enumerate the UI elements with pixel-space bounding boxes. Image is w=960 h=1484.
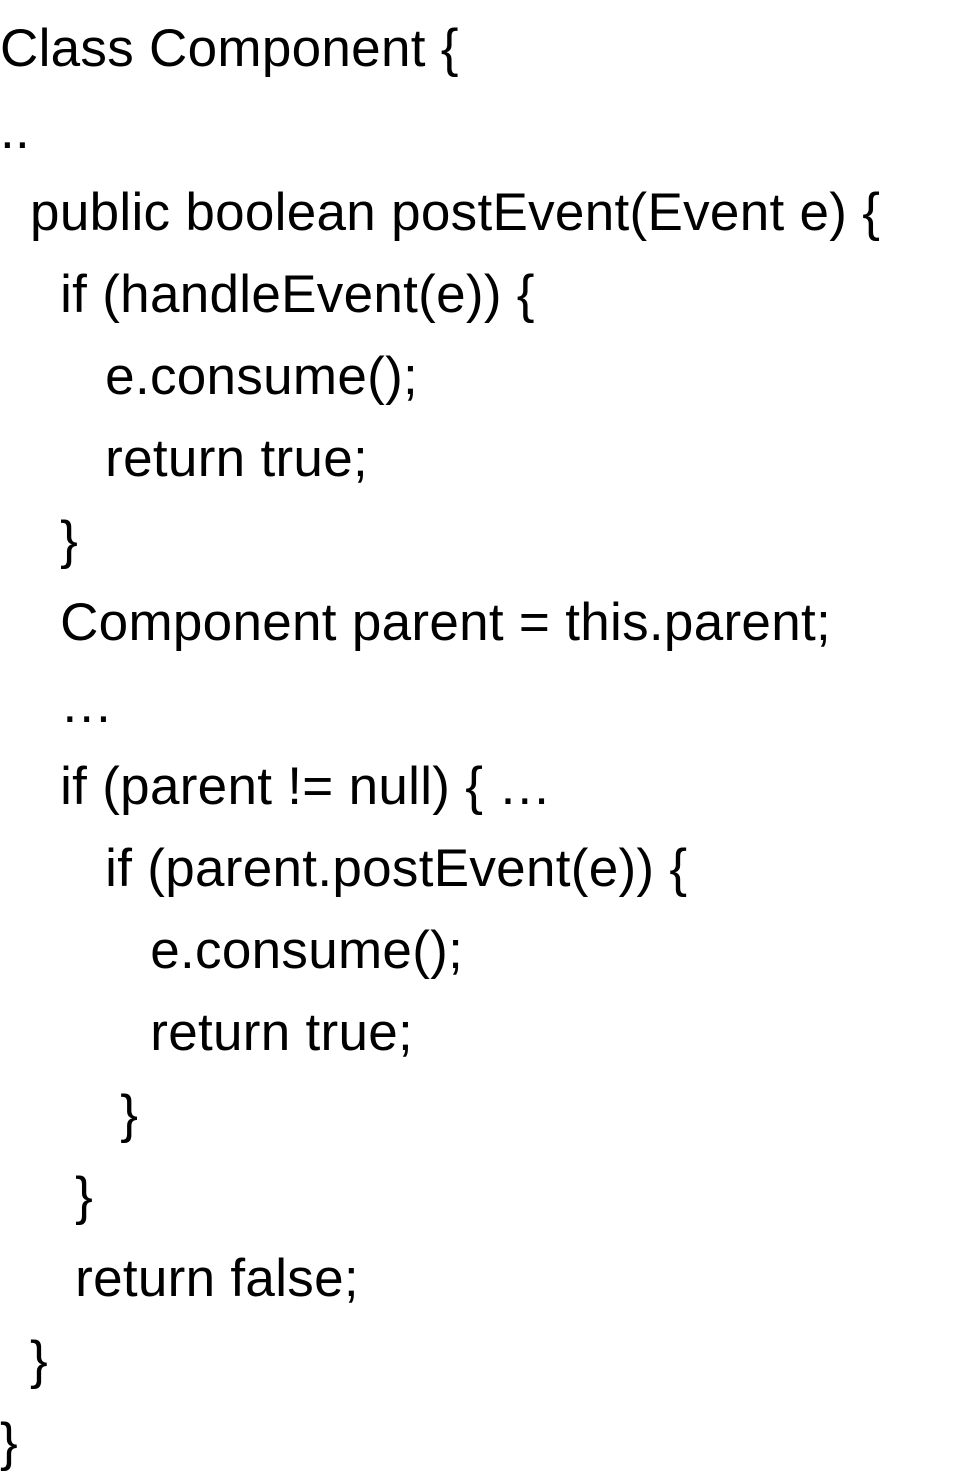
code-line: return true; <box>0 418 960 500</box>
code-line: … <box>0 664 960 746</box>
code-line: return false; <box>0 1238 960 1320</box>
code-line: } <box>0 1074 960 1156</box>
code-line: Component parent = this.parent; <box>0 582 960 664</box>
code-line: } <box>0 1320 960 1402</box>
code-line: e.consume(); <box>0 336 960 418</box>
code-line: e.consume(); <box>0 910 960 992</box>
code-line: } <box>0 500 960 582</box>
code-line: } <box>0 1156 960 1238</box>
code-line: return true; <box>0 992 960 1074</box>
document-page: Class Component { .. public boolean post… <box>0 0 960 1372</box>
code-line: public boolean postEvent(Event e) { <box>0 172 960 254</box>
code-line: .. <box>0 90 960 172</box>
code-line: Class Component { <box>0 8 960 90</box>
code-line: } <box>0 1402 960 1484</box>
code-line: if (parent.postEvent(e)) { <box>0 828 960 910</box>
code-line: if (handleEvent(e)) { <box>0 254 960 336</box>
code-line: if (parent != null) { … <box>0 746 960 828</box>
